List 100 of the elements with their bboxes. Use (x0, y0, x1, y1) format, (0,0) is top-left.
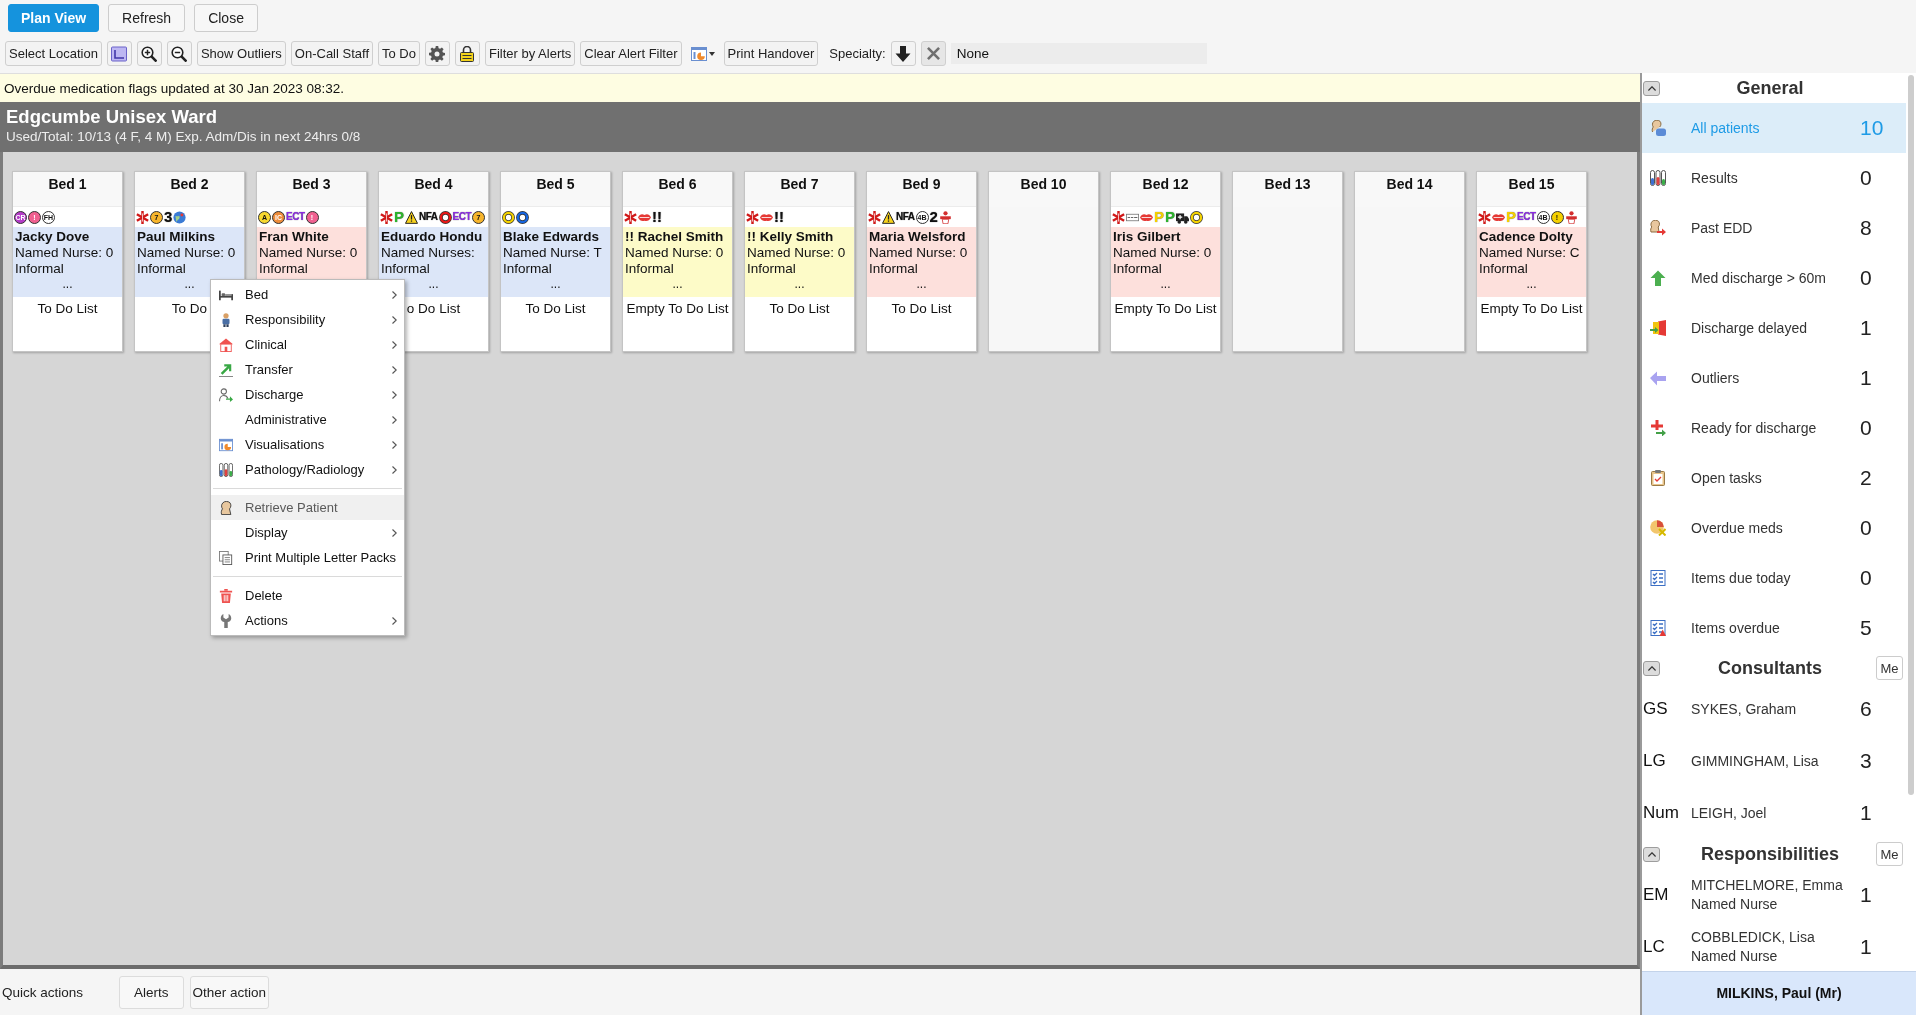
bed-label: Bed 10 (1020, 176, 1067, 192)
toolbar-button[interactable]: Clear Alert Filter (580, 41, 682, 66)
collapse-button[interactable] (1643, 80, 1660, 96)
bed-card[interactable]: Bed 14 (1354, 171, 1465, 352)
sort-button[interactable] (890, 41, 916, 66)
filter-item[interactable]: Med discharge > 60m 0 (1642, 253, 1906, 303)
toolbar-button[interactable]: Print Handover (723, 41, 819, 66)
toolbar-button[interactable]: On-Call Staff (290, 41, 373, 66)
bed-card[interactable]: Bed 12 PP Iris Gilbert Named Nurse: 0 Informal ... Empty To Do List (1110, 171, 1221, 352)
toolbar-button[interactable]: Filter by Alerts (485, 41, 576, 66)
me-button[interactable]: Me (1876, 842, 1903, 866)
filter-item[interactable]: GS SYKES, Graham 6 (1642, 683, 1906, 735)
more-link[interactable]: ... (1526, 277, 1537, 291)
toolbar-button[interactable]: To Do (378, 41, 420, 66)
more-link[interactable]: ... (428, 277, 439, 291)
me-button[interactable]: Me (1876, 656, 1903, 680)
bed-label: Bed 7 (780, 176, 819, 192)
star-of-life-icon (1478, 210, 1491, 224)
settings-button[interactable] (425, 41, 450, 66)
star-of-life-icon (868, 210, 881, 224)
bed-card[interactable]: Bed 6 !! !! Rachel Smith Named Nurse: 0 Informal ... Empty To Do List (622, 171, 733, 352)
more-link[interactable]: ... (916, 277, 927, 291)
menu-item[interactable]: Discharge (211, 382, 404, 407)
location-button[interactable] (106, 41, 132, 66)
bed-card[interactable]: Bed 10 (988, 171, 1099, 352)
filter-item[interactable]: LC COBBLEDICK, Lisa Named Nurse 1 (1642, 921, 1906, 973)
menu-item[interactable]: Actions (211, 608, 404, 633)
zoom-in-button[interactable] (136, 41, 162, 66)
toolbar-button[interactable]: Select Location (5, 41, 102, 66)
filter-item[interactable]: Ready for discharge 0 (1642, 403, 1906, 453)
filter-item[interactable]: Num LEIGH, Joel 1 (1642, 787, 1906, 839)
todo-link[interactable]: Empty To Do List (1114, 301, 1217, 316)
more-link[interactable]: ... (550, 277, 561, 291)
filter-item[interactable]: Past EDD 8 (1642, 203, 1906, 253)
bed-card[interactable]: Bed 13 (1232, 171, 1343, 352)
status-text: Informal (747, 261, 796, 277)
more-link[interactable]: ... (62, 277, 73, 291)
todo-link[interactable]: To Do (171, 301, 208, 316)
filter-item[interactable]: Overdue meds 0 (1642, 503, 1906, 553)
quick-action-button[interactable]: Alerts (119, 975, 184, 1009)
collapse-button[interactable] (1643, 660, 1660, 676)
more-link[interactable]: ... (184, 277, 195, 291)
quick-action-button[interactable]: Other action (189, 975, 270, 1009)
alert-code: !! (652, 209, 662, 225)
person-icon (1564, 210, 1578, 224)
todo-link[interactable]: Empty To Do List (1480, 301, 1583, 316)
toolbar-button[interactable]: Show Outliers (196, 41, 286, 66)
filter-item[interactable]: Items overdue 5 (1642, 603, 1906, 653)
todo-link[interactable]: To Do List (769, 301, 830, 316)
todo-link[interactable]: Empty To Do List (626, 301, 729, 316)
scrollbar-thumb[interactable] (1908, 75, 1914, 795)
menu-item[interactable]: Print Multiple Letter Packs (211, 545, 404, 570)
menu-item[interactable]: Display (211, 520, 404, 545)
todo-link[interactable]: To Do List (525, 301, 586, 316)
toolbar-button[interactable]: Close (194, 4, 258, 32)
notice-message: Overdue medication flags updated at 30 Jan 2023 08:32. (0, 73, 1640, 102)
chevron-up-icon (1647, 85, 1656, 91)
menu-item[interactable]: Administrative (211, 407, 404, 432)
star-of-life-icon (380, 210, 393, 224)
close-icon (926, 47, 940, 60)
patient-name: Blake Edwards (503, 229, 600, 245)
filter-item[interactable]: Items due today 0 (1642, 553, 1906, 603)
patient-name: Cadence Dolty (1479, 229, 1573, 245)
lock-button[interactable] (455, 41, 480, 66)
toolbar-button[interactable]: Refresh (108, 4, 186, 32)
todo-link[interactable]: To Do List (37, 301, 98, 316)
menu-item[interactable]: Visualisations (211, 432, 404, 457)
zoom-out-button[interactable] (166, 41, 192, 66)
chevron-up-icon (1647, 851, 1656, 857)
chevron-right-icon (392, 440, 397, 449)
menu-item[interactable]: Delete (211, 583, 404, 608)
more-link[interactable]: ... (1160, 277, 1171, 291)
todo-link[interactable]: To Do List (891, 301, 952, 316)
bed-card[interactable]: Bed 7 !! !! Kelly Smith Named Nurse: 0 Informal ... To Do List (744, 171, 855, 352)
filter-item[interactable]: Outliers 1 (1642, 353, 1906, 403)
todo-link[interactable]: o Do List (406, 301, 461, 316)
menu-item[interactable]: Pathology/Radiology (211, 457, 404, 482)
alert-code: NFA (896, 210, 915, 224)
filter-item[interactable]: Results 0 (1642, 153, 1906, 203)
bed-label: Bed 14 (1386, 176, 1433, 192)
section-title: Responsibilities (1699, 843, 1840, 865)
more-link[interactable]: ... (794, 277, 805, 291)
status-text: Informal (869, 261, 918, 277)
chevron-right-icon (392, 415, 397, 424)
collapse-button[interactable] (1643, 846, 1660, 862)
arrow-left-icon (1650, 370, 1666, 386)
filter-item[interactable]: LG GIMMINGHAM, Lisa 3 (1642, 735, 1906, 787)
status-text: Informal (1479, 261, 1528, 277)
menu-item[interactable]: Retrieve Patient (211, 495, 404, 520)
filter-item[interactable]: Open tasks 2 (1642, 453, 1906, 503)
alert-code: P (1165, 209, 1176, 225)
ward-title: Edgcumbe Unisex Ward (6, 106, 218, 128)
filter-item[interactable]: Discharge delayed 1 (1642, 303, 1906, 353)
clear-button[interactable] (920, 41, 946, 66)
filter-item[interactable]: EM MITCHELMORE, Emma Named Nurse 1 (1642, 869, 1906, 921)
head-icon (219, 500, 233, 515)
specialty-field[interactable]: None (950, 43, 1207, 64)
bed-card[interactable]: Bed 5 Blake Edwards Named Nurse: T Informal ... To Do List (500, 171, 611, 352)
more-link[interactable]: ... (672, 277, 683, 291)
menu-item[interactable]: Transfer (211, 357, 404, 382)
